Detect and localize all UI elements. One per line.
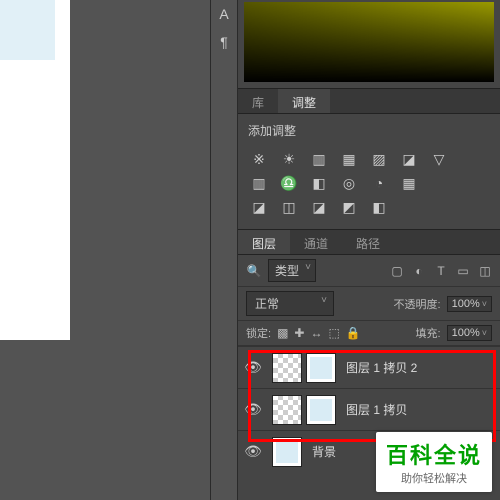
lock-all-icon[interactable]: 🔒 (346, 326, 361, 340)
lock-image-icon[interactable]: ✚ (294, 326, 304, 340)
color-field[interactable] (244, 2, 494, 82)
layer-blend-row: 正常 不透明度: 100% (238, 287, 500, 321)
layer-thumbnail[interactable] (272, 353, 302, 383)
lock-transparent-icon[interactable]: ▩ (277, 326, 288, 340)
adj-brightness-icon[interactable]: ※ (250, 151, 268, 167)
type-tool-icon[interactable]: A (211, 0, 237, 28)
layer-item[interactable]: 👁 图层 1 拷贝 2 (238, 346, 500, 388)
layer-kind-select[interactable]: 类型 (268, 259, 316, 282)
right-panels: 库 调整 添加调整 ※ ☀ ▥ ▦ ▨ ◪ ▽ ▥ ♎ ◧ ◎ ◔ ▦ ◪ ◫ … (238, 0, 500, 500)
fill-label: 填充: (416, 325, 441, 341)
layer-name[interactable]: 图层 1 拷贝 2 (346, 359, 417, 376)
blend-mode-select[interactable]: 正常 (246, 291, 334, 316)
adj-channel-mixer-icon[interactable]: ♎ (280, 175, 298, 191)
lib-adjust-tabs: 库 调整 (238, 88, 500, 114)
layers-channels-paths-tabs: 图层 通道 路径 (238, 229, 500, 255)
tab-library[interactable]: 库 (238, 89, 278, 113)
lock-position-icon[interactable]: ↔ (310, 326, 322, 340)
layer-item[interactable]: 👁 图层 1 拷贝 (238, 388, 500, 430)
layer-mask-thumbnail[interactable] (306, 353, 336, 383)
layer-lock-row: 锁定: ▩ ✚ ↔ ⬚ 🔒 填充: 100% (238, 321, 500, 346)
opacity-label: 不透明度: (394, 296, 441, 312)
adj-selective-color-icon[interactable]: ◫ (280, 199, 298, 215)
fill-value[interactable]: 100% (447, 325, 492, 341)
tab-channels[interactable]: 通道 (290, 230, 342, 254)
adj-vibrance-icon[interactable]: ▨ (370, 151, 388, 167)
watermark-title: 百科全说 (386, 438, 482, 470)
lock-artboard-icon[interactable]: ⬚ (328, 326, 339, 340)
adj-exposure-icon[interactable]: ☀ (280, 151, 298, 167)
layer-thumbnail[interactable] (272, 395, 302, 425)
adj-invert-icon[interactable]: ◎ (340, 175, 358, 191)
watermark-subtitle: 助你轻松解决 (386, 470, 482, 486)
adj-row-1: ※ ☀ ▥ ▦ ▨ ◪ ▽ (248, 147, 490, 171)
adj-row-2: ▥ ♎ ◧ ◎ ◔ ▦ (248, 171, 490, 195)
opacity-value[interactable]: 100% (447, 296, 492, 312)
layer-thumbnail[interactable] (272, 437, 302, 467)
adjustments-panel: 添加调整 ※ ☀ ▥ ▦ ▨ ◪ ▽ ▥ ♎ ◧ ◎ ◔ ▦ ◪ ◫ ◪ ◩ ◧ (238, 114, 500, 223)
paragraph-tool-icon[interactable]: ¶ (211, 28, 237, 56)
adjustments-title: 添加调整 (248, 122, 490, 139)
filter-adjust-icon[interactable]: ◐ (412, 264, 426, 278)
visibility-toggle-icon[interactable]: 👁 (244, 359, 262, 376)
filter-type-icon[interactable]: T (434, 264, 448, 278)
filter-smart-icon[interactable]: ◫ (478, 264, 492, 278)
adj-color-lookup-icon[interactable]: ◧ (310, 175, 328, 191)
adj-gradient-map-icon[interactable]: ◪ (250, 199, 268, 215)
filter-shape-icon[interactable]: ▭ (456, 264, 470, 278)
adj-levels-icon[interactable]: ▥ (310, 151, 328, 167)
filter-pixel-icon[interactable]: ▢ (390, 264, 404, 278)
layer-name[interactable]: 背景 (312, 443, 336, 460)
adj-hue-icon[interactable]: ◪ (400, 151, 418, 167)
adj-threshold-icon[interactable]: ▦ (400, 175, 418, 191)
layer-filter-icons: ▢ ◐ T ▭ ◫ (390, 264, 492, 278)
document-canvas[interactable] (0, 0, 70, 340)
adj-posterize-icon[interactable]: ◔ (370, 175, 388, 191)
tab-paths[interactable]: 路径 (342, 230, 394, 254)
search-icon[interactable]: 🔍 (246, 264, 262, 278)
adj-5-icon[interactable]: ◧ (370, 199, 388, 215)
adj-4-icon[interactable]: ◩ (340, 199, 358, 215)
tab-layers[interactable]: 图层 (238, 230, 290, 254)
tab-adjustments[interactable]: 调整 (278, 89, 330, 113)
visibility-toggle-icon[interactable]: 👁 (244, 401, 262, 418)
adj-3-icon[interactable]: ◪ (310, 199, 328, 215)
layer-filter-row: 🔍 类型 ▢ ◐ T ▭ ◫ (238, 255, 500, 287)
color-panel (238, 0, 500, 88)
lock-label: 锁定: (246, 325, 271, 341)
adj-bw-icon[interactable]: ▽ (430, 151, 448, 167)
adj-photo-filter-icon[interactable]: ▥ (250, 175, 268, 191)
visibility-toggle-icon[interactable]: 👁 (244, 443, 262, 460)
watermark: 百科全说 助你轻松解决 (376, 432, 492, 492)
layer-mask-thumbnail[interactable] (306, 395, 336, 425)
vertical-tool-strip: A ¶ (210, 0, 238, 500)
lock-icons: ▩ ✚ ↔ ⬚ 🔒 (277, 326, 361, 340)
adj-curves-icon[interactable]: ▦ (340, 151, 358, 167)
adj-row-3: ◪ ◫ ◪ ◩ ◧ (248, 195, 490, 219)
layer-name[interactable]: 图层 1 拷贝 (346, 401, 407, 418)
